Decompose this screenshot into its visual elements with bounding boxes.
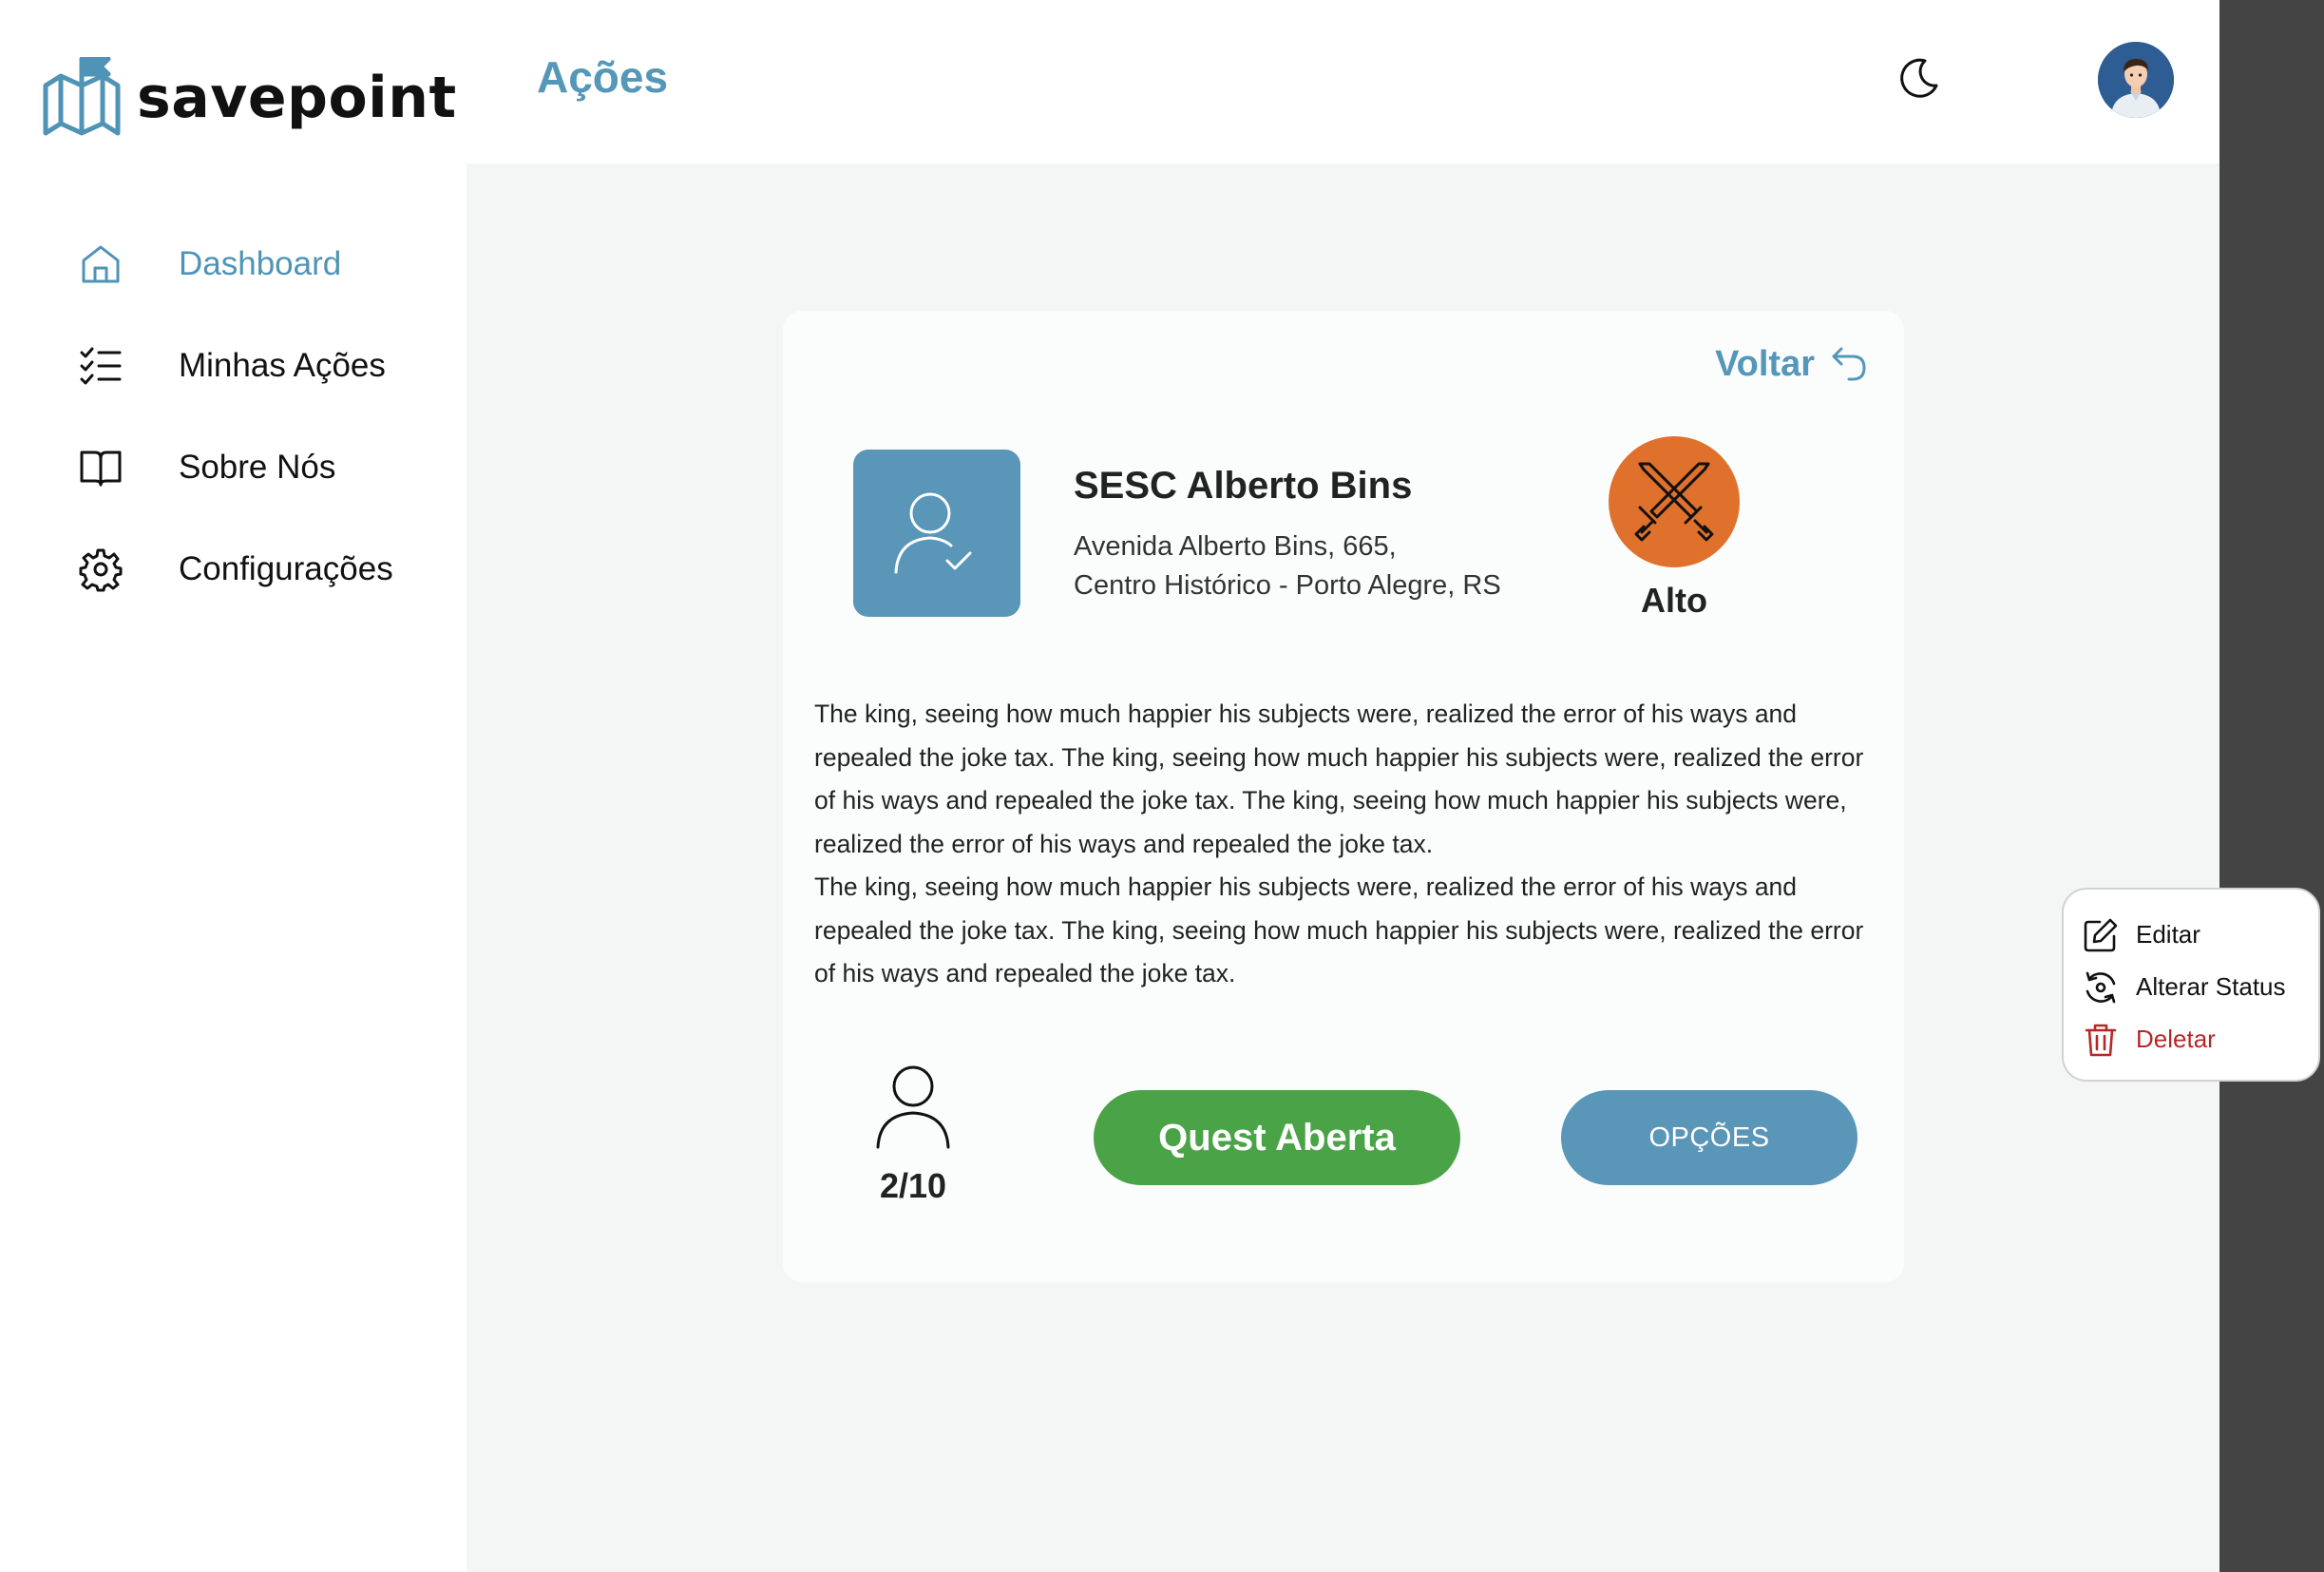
sidebar-item-configuracoes[interactable]: Configurações bbox=[78, 541, 393, 598]
description-paragraph: The king, seeing how much happier his su… bbox=[814, 700, 1864, 858]
participants-count: 2/10 bbox=[879, 1166, 947, 1205]
trash-icon bbox=[2085, 1024, 2117, 1056]
org-avatar bbox=[853, 450, 1020, 617]
sidebar-item-label: Sobre Nós bbox=[179, 449, 336, 486]
user-icon bbox=[876, 1065, 950, 1149]
action-detail-card: Voltar SESC Alberto Bins Avenida Alberto… bbox=[783, 311, 1904, 1282]
options-menu: Editar Alterar Status Deletar bbox=[2062, 888, 2320, 1082]
description-paragraph: The king, seeing how much happier his su… bbox=[814, 872, 1864, 987]
quest-status-button[interactable]: Quest Aberta bbox=[1094, 1090, 1460, 1185]
sidebar-item-dashboard[interactable]: Dashboard bbox=[78, 236, 393, 293]
avatar-person-icon bbox=[2098, 42, 2174, 118]
edit-icon bbox=[2084, 918, 2118, 951]
options-button[interactable]: OPÇÕES bbox=[1561, 1090, 1857, 1185]
gear-icon bbox=[79, 548, 123, 592]
level-badge bbox=[1609, 436, 1740, 567]
menu-item-label: Alterar Status bbox=[2136, 972, 2286, 1001]
description: The king, seeing how much happier his su… bbox=[814, 693, 1878, 996]
sidebar-item-label: Configurações bbox=[179, 550, 393, 587]
moon-icon[interactable] bbox=[1896, 55, 1942, 101]
menu-item-label: Deletar bbox=[2136, 1025, 2216, 1053]
overlay-strip bbox=[2219, 0, 2324, 1572]
back-label: Voltar bbox=[1715, 343, 1815, 384]
menu-item-alterar-status[interactable]: Alterar Status bbox=[2083, 961, 2318, 1013]
home-icon bbox=[82, 245, 120, 283]
user-avatar[interactable] bbox=[2098, 42, 2174, 118]
undo-arrow-icon bbox=[1832, 347, 1866, 381]
back-button[interactable]: Voltar bbox=[1715, 343, 1870, 385]
sidebar: savepoint Dashboard Minhas Ações Sobre N… bbox=[0, 0, 467, 1572]
org-address: Avenida Alberto Bins, 665, Centro Histór… bbox=[1074, 527, 1501, 605]
menu-item-deletar[interactable]: Deletar bbox=[2083, 1013, 2318, 1065]
menu-item-editar[interactable]: Editar bbox=[2083, 909, 2318, 961]
sidebar-item-label: Minhas Ações bbox=[179, 347, 386, 384]
sidebar-nav: Dashboard Minhas Ações Sobre Nós Configu… bbox=[78, 236, 393, 642]
logo-map-icon bbox=[43, 57, 121, 136]
level-label: Alto bbox=[1641, 581, 1707, 620]
org-name: SESC Alberto Bins bbox=[1074, 465, 1413, 507]
refresh-icon bbox=[2086, 971, 2116, 1003]
logo-text: savepoint bbox=[137, 65, 457, 131]
address-line: Avenida Alberto Bins, 665, bbox=[1074, 531, 1397, 562]
sidebar-item-label: Dashboard bbox=[179, 245, 342, 282]
page-title: Ações bbox=[537, 52, 669, 102]
logo[interactable]: savepoint bbox=[42, 57, 457, 139]
checklist-icon bbox=[80, 347, 122, 385]
header: Ações bbox=[467, 0, 2219, 163]
user-check-icon bbox=[894, 492, 972, 574]
book-icon bbox=[80, 451, 122, 487]
main-content: Voltar SESC Alberto Bins Avenida Alberto… bbox=[467, 163, 2219, 1572]
address-line: Centro Histórico - Porto Alegre, RS bbox=[1074, 570, 1501, 601]
crossed-swords-icon bbox=[1634, 462, 1714, 542]
menu-item-label: Editar bbox=[2136, 920, 2200, 949]
sidebar-item-minhas-acoes[interactable]: Minhas Ações bbox=[78, 337, 393, 394]
sidebar-item-sobre-nos[interactable]: Sobre Nós bbox=[78, 439, 393, 496]
